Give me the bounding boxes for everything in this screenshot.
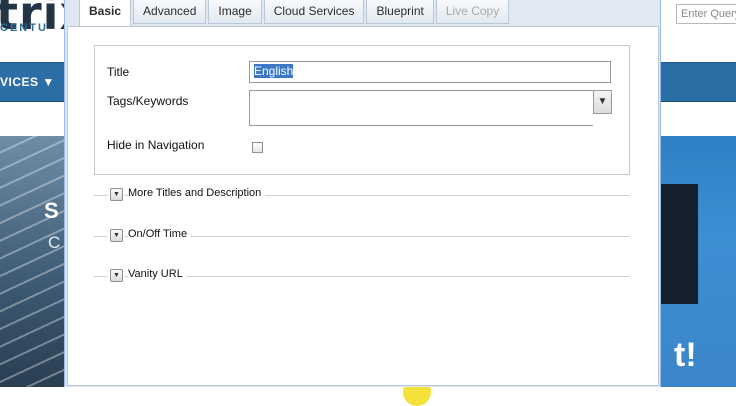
expand-toggle-icon[interactable]: ▼ (110, 229, 123, 242)
tab-live-copy: Live Copy (435, 0, 510, 24)
hero-dark-panel (660, 184, 698, 304)
tab-image[interactable]: Image (208, 0, 262, 24)
tags-input[interactable] (249, 90, 593, 126)
page-properties-dialog: Basic Advanced Image Cloud Services Blue… (64, 0, 661, 387)
title-input-value: English (254, 64, 294, 78)
hero-building-image (0, 136, 70, 387)
section-more-titles: ▼ More Titles and Description (94, 185, 630, 205)
section-label: Vanity URL (128, 268, 187, 280)
basic-fieldset: Title English Tags/Keywords ▼ Hide in Na… (94, 45, 630, 175)
tab-advanced[interactable]: Advanced (133, 0, 207, 24)
basic-tab-panel: Title English Tags/Keywords ▼ Hide in Na… (67, 26, 659, 386)
hero-subheading-fragment: C (48, 233, 61, 252)
title-label: Title (107, 65, 130, 79)
tab-basic[interactable]: Basic (79, 0, 132, 27)
site-search-input[interactable]: Enter Query (676, 4, 736, 24)
tab-strip: Basic Advanced Image Cloud Services Blue… (79, 0, 511, 27)
hide-nav-label: Hide in Navigation (107, 138, 205, 152)
section-on-off-time: ▼ On/Off Time (94, 226, 630, 246)
tags-label: Tags/Keywords (107, 94, 189, 108)
site-tagline: CENTU (0, 22, 48, 34)
section-label: More Titles and Description (128, 187, 266, 199)
hero-right-text: t! (674, 336, 697, 374)
section-label: On/Off Time (128, 228, 192, 240)
hide-nav-checkbox[interactable] (252, 142, 263, 153)
tab-blueprint[interactable]: Blueprint (366, 0, 434, 24)
expand-toggle-icon[interactable]: ▼ (110, 269, 123, 282)
nav-item-services[interactable]: VICES ▼ (0, 75, 55, 89)
tags-dropdown-button[interactable]: ▼ (593, 90, 612, 114)
chevron-down-icon: ▼ (597, 96, 608, 107)
expand-toggle-icon[interactable]: ▼ (110, 188, 123, 201)
tab-cloud-services[interactable]: Cloud Services (263, 0, 365, 24)
title-input[interactable]: English (249, 61, 611, 83)
hero-heading-fragment: S (44, 198, 59, 223)
section-vanity-url: ▼ Vanity URL (94, 266, 630, 286)
